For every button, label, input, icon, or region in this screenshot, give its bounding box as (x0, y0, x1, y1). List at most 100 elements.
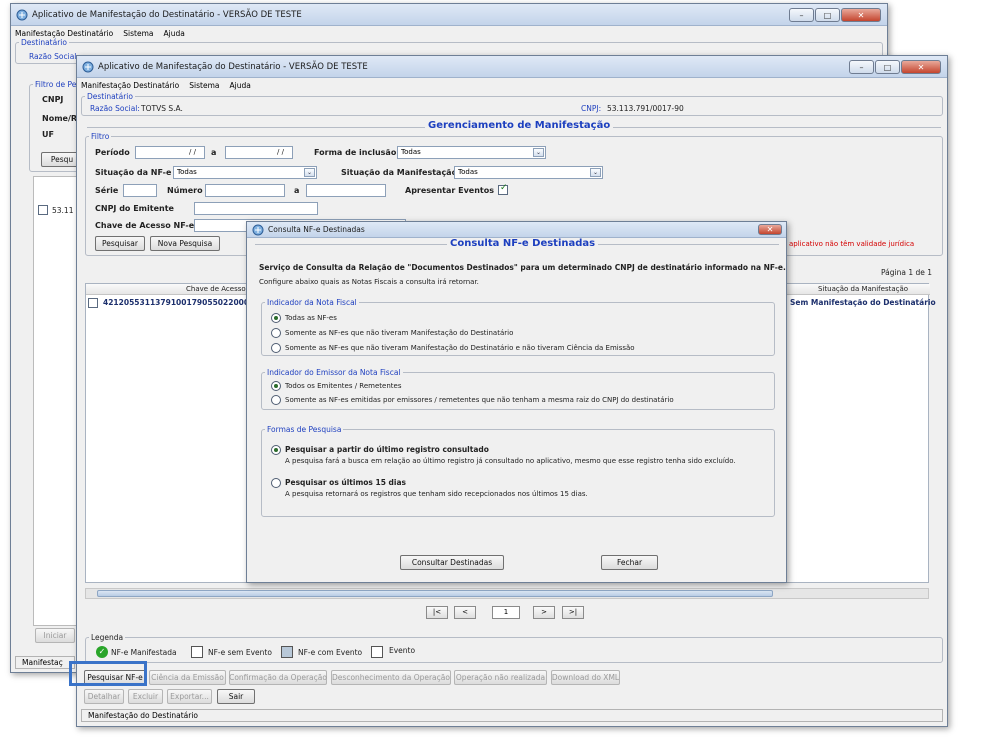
indicador-nf-legend: Indicador da Nota Fiscal (267, 298, 357, 307)
legend-sem-evento-swatch (191, 646, 203, 658)
back-title-bar[interactable]: Aplicativo de Manifestação do Destinatár… (11, 4, 887, 26)
radio-ultimo-registro-desc: A pesquisa fará a busca em relação ao úl… (285, 457, 736, 465)
excluir-button[interactable]: Excluir (128, 689, 163, 704)
legend-manifestada: NF-e Manifestada (111, 648, 177, 657)
close-button[interactable]: ✕ (841, 8, 881, 22)
back-dest-legend: Destinatário (21, 38, 67, 47)
sit-nfe-select[interactable]: Todas ⌄ (173, 166, 317, 179)
serie-input[interactable] (123, 184, 157, 197)
cnpj-label: CNPJ: (581, 104, 602, 113)
numero-to-input[interactable] (306, 184, 386, 197)
radio-ultimos-15-dias[interactable] (271, 478, 281, 488)
highlight-box (69, 661, 147, 686)
legend-sem-evento: NF-e sem Evento (208, 648, 272, 657)
dest-group: Destinatário (81, 92, 943, 116)
numero-from-input[interactable] (205, 184, 285, 197)
forma-value: Todas (401, 148, 421, 156)
radio-sem-manif-ciencia[interactable] (271, 343, 281, 353)
sair-button[interactable]: Sair (217, 689, 255, 704)
minimize-button[interactable]: – (849, 60, 874, 74)
pesquisar-button[interactable]: Pesquisar (95, 236, 145, 251)
menu-ajuda[interactable]: Ajuda (163, 29, 184, 38)
back-filter-legend: Filtro de Pe (35, 80, 77, 89)
legend-com-evento-swatch (281, 646, 293, 658)
cnpj-value: 53.113.791/0017-90 (607, 104, 684, 113)
prev-page-button[interactable]: < (454, 606, 476, 619)
sit-nfe-label: Situação da NF-e (95, 168, 172, 177)
menu-sistema[interactable]: Sistema (189, 81, 219, 90)
warning-text: aplicativo não têm validade jurídica (789, 240, 915, 248)
periodo-from-input[interactable]: / / (135, 146, 205, 159)
app-icon (82, 61, 94, 73)
radio-todas-nfes[interactable] (271, 313, 281, 323)
menu-sistema[interactable]: Sistema (123, 29, 153, 38)
serie-label: Série (95, 186, 119, 195)
page-info: Página 1 de 1 (881, 268, 933, 277)
sit-manif-select[interactable]: Todas ⌄ (454, 166, 603, 179)
legend-title: Legenda (91, 633, 124, 642)
menu-ajuda[interactable]: Ajuda (229, 81, 250, 90)
main-title-bar[interactable]: Aplicativo de Manifestação do Destinatár… (77, 56, 947, 78)
ciencia-emissao-button[interactable]: Ciência da Emissão (149, 670, 226, 685)
consultar-destinadas-button[interactable]: Consultar Destinadas (400, 555, 504, 570)
cnpj-emit-input[interactable] (194, 202, 318, 215)
radio-todos-emitentes-label: Todos os Emitentes / Remetentes (285, 382, 402, 390)
radio-ultimo-registro[interactable] (271, 445, 281, 455)
radio-sem-manifestacao[interactable] (271, 328, 281, 338)
periodo-to-input[interactable]: / / (225, 146, 293, 159)
fechar-button[interactable]: Fechar (601, 555, 658, 570)
dialog-desc: Configure abaixo quais as Notas Fiscais … (259, 278, 479, 286)
menu-manifestacao[interactable]: Manifestação Destinatário (81, 81, 179, 90)
app-icon (252, 224, 264, 236)
radio-ultimo-registro-title: Pesquisar a partir do último registro co… (285, 445, 489, 454)
dialog-title-bar[interactable]: Consulta NF-e Destinadas ✕ (247, 222, 786, 238)
numero-a-label: a (294, 186, 300, 195)
formas-pesquisa-group: Formas de Pesquisa (261, 425, 775, 517)
confirmacao-operacao-button[interactable]: Confirmação da Operação (229, 670, 327, 685)
radio-sem-manifestacao-label: Somente as NF-es que não tiveram Manifes… (285, 329, 514, 337)
next-page-button[interactable]: > (533, 606, 555, 619)
download-xml-button[interactable]: Download do XML (551, 670, 620, 685)
maximize-button[interactable]: □ (815, 8, 840, 22)
forma-select[interactable]: Todas ⌄ (397, 146, 546, 159)
scroll-thumb[interactable] (97, 590, 773, 597)
apresentar-label: Apresentar Eventos (405, 186, 495, 195)
back-row-checkbox[interactable] (38, 205, 48, 215)
nova-pesquisa-button[interactable]: Nova Pesquisa (150, 236, 220, 251)
razao-value: TOTVS S.A. (141, 104, 183, 113)
back-cnpj-label: CNPJ (42, 95, 64, 104)
dest-legend: Destinatário (87, 92, 133, 101)
razao-label: Razão Social: (90, 104, 140, 113)
back-razao-label: Razão Social: (29, 52, 79, 61)
col-chave-header: Chave de Acesso (186, 285, 246, 293)
page-number-input[interactable]: 1 (492, 606, 520, 619)
exportar-button[interactable]: Exportar... (167, 689, 212, 704)
row-checkbox[interactable] (88, 298, 98, 308)
sit-manif-value: Todas (458, 168, 478, 176)
dialog-close-button[interactable]: ✕ (758, 224, 782, 235)
back-iniciar-button[interactable]: Iniciar (35, 628, 75, 643)
radio-outra-raiz[interactable] (271, 395, 281, 405)
radio-todos-emitentes[interactable] (271, 381, 281, 391)
close-button[interactable]: ✕ (901, 60, 941, 74)
menu-manifestacao[interactable]: Manifestação Destinatário (15, 29, 113, 38)
first-page-button[interactable]: |< (426, 606, 448, 619)
legend-evento-swatch (371, 646, 383, 658)
radio-outra-raiz-label: Somente as NF-es emitidas por emissores … (285, 396, 674, 404)
chevron-down-icon: ⌄ (590, 168, 601, 177)
horizontal-scrollbar[interactable] (85, 588, 929, 599)
minimize-button[interactable]: – (789, 8, 814, 22)
numero-label: Número (167, 186, 203, 195)
detalhar-button[interactable]: Detalhar (84, 689, 124, 704)
apresentar-checkbox[interactable] (498, 183, 508, 195)
last-page-button[interactable]: >| (562, 606, 584, 619)
back-row-text: 53.11 (52, 206, 74, 215)
radio-ultimos-15-dias-desc: A pesquisa retornará os registros que te… (285, 490, 588, 498)
chave-label: Chave de Acesso NF-e (95, 221, 195, 230)
desconhecimento-operacao-button[interactable]: Desconhecimento da Operação (331, 670, 451, 685)
formas-pesquisa-legend: Formas de Pesquisa (267, 425, 342, 434)
maximize-button[interactable]: □ (875, 60, 900, 74)
main-status-bar: Manifestação do Destinatário (81, 709, 943, 722)
operacao-nao-realizada-button[interactable]: Operação não realizada (454, 670, 547, 685)
check-circle-icon: ✓ (96, 646, 108, 658)
